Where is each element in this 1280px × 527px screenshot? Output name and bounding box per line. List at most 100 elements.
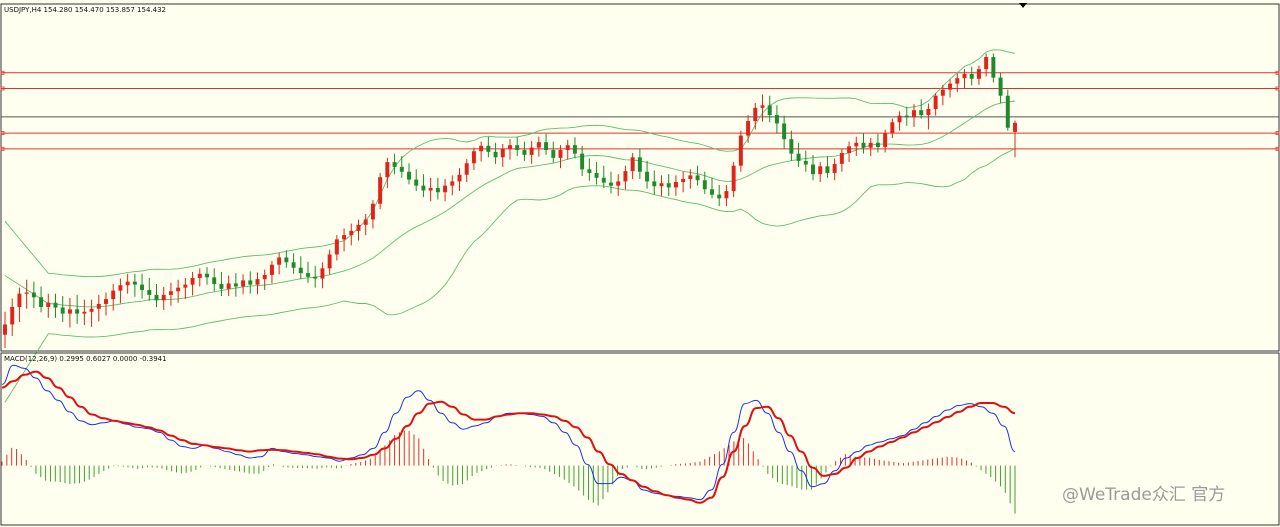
candle-body [753,107,758,122]
candle-body [962,73,967,79]
candle-body [782,123,787,140]
candle-body [378,177,383,204]
candle-body [500,148,505,158]
candle-body [724,191,729,199]
candle-body [515,145,520,151]
candle-body [262,274,267,280]
candle-body [291,262,296,268]
candle-body [601,177,606,183]
candle-body [847,146,852,154]
candle-body [313,276,318,279]
candle-body [558,150,563,158]
candle-body [998,77,1003,96]
candle-body [140,284,145,291]
candle-body [31,292,36,298]
candle-body [955,78,960,84]
candle-body [818,166,823,175]
candle-body [940,89,945,96]
candle-body [803,160,808,165]
candle-body [46,302,51,307]
candle-body [82,311,87,314]
candle-body [168,291,173,295]
candle-body [414,179,419,186]
candle-body [443,185,448,193]
candle-body [233,283,238,287]
candle-body [24,292,29,294]
candle-body [3,324,7,335]
candle-body [248,280,253,285]
candle-body [342,235,347,240]
candle-body [464,163,469,175]
candle-body [60,307,65,314]
candle-body [551,150,556,158]
candle [738,130,743,172]
candle-body [197,273,202,278]
candle-body [428,188,433,191]
candle-body [897,115,902,123]
candle-body [688,175,693,179]
candle-body [673,182,678,188]
candle-body [738,135,743,166]
candle-body [508,145,512,149]
chart-header-info: USDJPY,H4 154.280 154.470 153.857 154.43… [4,6,166,14]
candle-body [493,151,498,158]
candle-body [630,157,635,172]
candle-body [695,175,700,181]
candle-body [536,142,541,148]
candle-body [767,105,772,116]
candle-body [407,171,411,180]
candle-body [746,121,751,136]
candle-body [984,57,989,70]
candle-body [861,142,866,148]
candle-body [392,162,397,167]
candle-body [883,133,888,148]
candle-body [580,153,585,170]
candle-body [327,254,332,269]
candle-body [868,142,873,148]
candle-body [205,273,209,278]
candle-body [890,122,895,134]
candle-body [832,163,837,173]
candle-body [183,284,188,288]
candle-body [17,293,22,307]
candle-body [356,224,361,231]
candle-body [926,108,931,116]
candle-body [334,239,339,255]
candle-body [226,283,231,289]
candle-body [760,105,765,108]
candle-body [370,203,375,220]
candle-body [717,194,722,199]
candle-body [212,277,217,285]
candle-body [67,309,72,314]
candle-body [284,257,289,263]
candle-body [269,264,274,275]
candle-body [104,299,108,304]
candle-body [363,219,368,225]
candle-body [1005,95,1010,128]
candle-body [53,302,58,308]
candle-body [132,281,137,285]
candle-body [565,145,570,151]
candle-body [774,115,779,124]
candle-body [1013,122,1017,132]
candle-body [854,142,859,147]
candle-body [10,306,15,325]
candle-body [702,180,707,190]
candle-body [241,280,246,287]
candle-body [349,230,354,236]
candle-body [399,166,404,172]
candle-body [75,309,80,314]
candle-body [919,110,924,116]
candle-body [161,294,166,301]
candle-body [623,171,628,182]
candle-body [637,157,642,172]
candle [1005,89,1010,131]
candle-body [731,165,736,192]
candle-body [471,151,476,164]
candle-body [219,284,224,289]
candle-body [710,189,714,195]
candle-body [609,182,613,186]
candle-body [111,290,116,300]
candle-body [529,147,534,155]
candle-body [385,162,390,178]
